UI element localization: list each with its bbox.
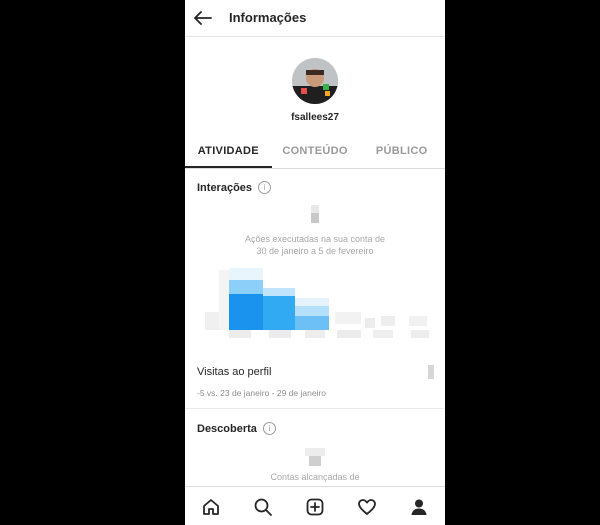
phone-screen: Informações fsallees27 ATIVIDADE CONTEÚD…	[185, 0, 445, 525]
chart-tick	[229, 330, 251, 338]
discovery-section-title: Descoberta i	[197, 422, 276, 435]
caption-line-1: Ações executadas na sua conta de	[244, 234, 386, 244]
chart-bar	[219, 270, 229, 330]
chart-bar	[205, 312, 219, 330]
blurred-count	[311, 213, 319, 223]
back-button[interactable]	[191, 6, 215, 30]
interactions-section-title: Interações i	[197, 181, 272, 194]
blurred-count	[311, 205, 319, 213]
blurred-visits-count	[428, 365, 434, 379]
profile-visits-label: Visitas ao perfil	[197, 366, 272, 378]
tab-atividade[interactable]: ATIVIDADE	[185, 136, 272, 168]
nav-search[interactable]	[248, 492, 278, 522]
username: fsallees27	[291, 112, 339, 123]
chart-tick	[269, 330, 291, 338]
profile-visits-subtitle: -5 vs. 23 de janeiro - 29 de janeiro	[197, 388, 326, 398]
chart-tick	[305, 330, 325, 338]
chart-bar	[409, 316, 427, 326]
chart-bar	[229, 268, 263, 280]
section-divider	[185, 408, 445, 409]
nav-activity[interactable]	[352, 492, 382, 522]
chart-bar	[263, 296, 295, 330]
discovery-caption: Contas alcançadas de	[270, 472, 360, 482]
home-icon	[203, 498, 219, 515]
insights-tabs: ATIVIDADE CONTEÚDO PÚBLICO	[185, 136, 445, 169]
chart-bar	[295, 298, 329, 306]
chart-bar	[229, 280, 263, 294]
tab-conteudo[interactable]: CONTEÚDO	[272, 136, 359, 168]
search-icon	[254, 498, 272, 516]
chart-bar	[295, 306, 329, 316]
interactions-caption: Ações executadas na sua conta de 30 de j…	[185, 233, 445, 257]
arrow-left-icon	[194, 11, 212, 25]
chart-bar	[381, 316, 395, 326]
chart-bar	[229, 294, 263, 330]
interactions-title: Interações	[197, 181, 253, 194]
bottom-nav	[185, 486, 445, 525]
chart-tick	[373, 330, 393, 338]
new-post-icon	[306, 498, 324, 515]
blurred-count	[305, 448, 325, 456]
nav-profile[interactable]	[404, 492, 434, 522]
top-bar: Informações	[185, 0, 445, 37]
heart-icon	[358, 498, 376, 515]
chart-bar	[365, 318, 375, 328]
chart-bar	[335, 312, 361, 324]
nav-home[interactable]	[196, 492, 226, 522]
tab-publico[interactable]: PÚBLICO	[358, 136, 445, 168]
info-icon[interactable]: i	[258, 181, 272, 194]
avatar	[292, 58, 338, 104]
profile-icon	[411, 499, 427, 515]
info-icon[interactable]: i	[262, 422, 276, 435]
nav-new-post[interactable]	[300, 492, 330, 522]
caption-line-2: 30 de janeiro a 5 de fevereiro	[256, 246, 374, 256]
chart-tick	[337, 330, 361, 338]
chart-bar	[295, 316, 329, 330]
blurred-count	[309, 456, 321, 466]
chart-bar	[263, 288, 295, 296]
chart-tick	[411, 330, 429, 338]
page-title: Informações	[229, 10, 307, 25]
discovery-title: Descoberta	[197, 422, 257, 435]
